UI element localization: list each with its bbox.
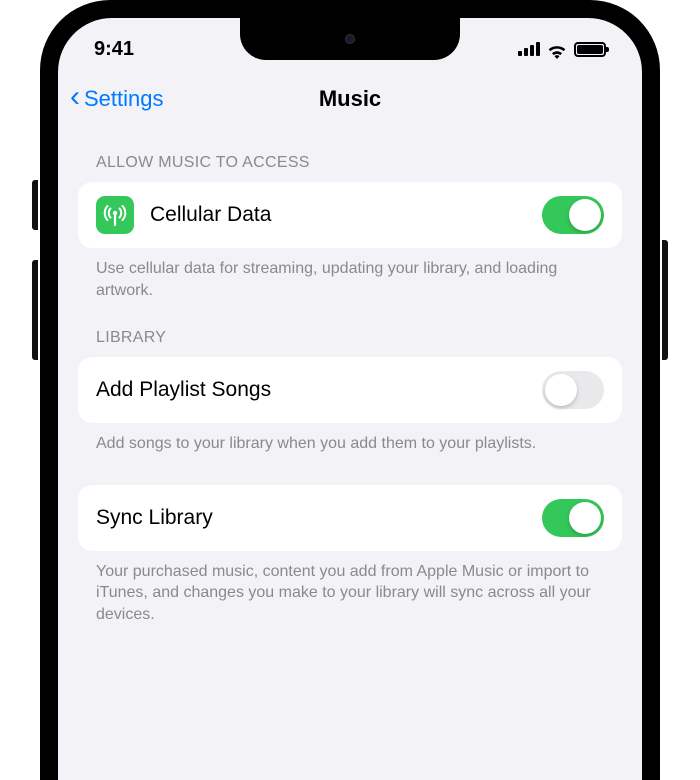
add-playlist-row[interactable]: Add Playlist Songs <box>78 357 622 423</box>
add-playlist-footer: Add songs to your library when you add t… <box>78 423 622 455</box>
status-time: 9:41 <box>94 30 134 61</box>
cellular-antenna-icon <box>96 196 134 234</box>
notch <box>240 18 460 60</box>
cellular-data-footer: Use cellular data for streaming, updatin… <box>78 248 622 301</box>
cellular-data-toggle[interactable] <box>542 196 604 234</box>
battery-icon <box>574 42 606 57</box>
sync-library-footer: Your purchased music, content you add fr… <box>78 551 622 626</box>
nav-bar: ‹ Settings Music <box>58 72 642 126</box>
chevron-left-icon: ‹ <box>70 82 80 112</box>
add-playlist-label: Add Playlist Songs <box>96 378 542 402</box>
cellular-signal-icon <box>518 42 540 56</box>
back-button[interactable]: ‹ Settings <box>70 84 164 114</box>
cellular-data-row[interactable]: Cellular Data <box>78 182 622 248</box>
section-header-access: ALLOW MUSIC TO ACCESS <box>78 126 622 182</box>
sync-library-row[interactable]: Sync Library <box>78 485 622 551</box>
back-label: Settings <box>84 86 164 112</box>
sync-library-toggle[interactable] <box>542 499 604 537</box>
sync-library-label: Sync Library <box>96 506 542 530</box>
wifi-icon <box>547 42 567 56</box>
add-playlist-toggle[interactable] <box>542 371 604 409</box>
cellular-data-label: Cellular Data <box>150 203 542 227</box>
section-header-library: LIBRARY <box>78 301 622 357</box>
phone-frame: 9:41 ‹ Settings Music ALLOW MUSIC TO ACC… <box>40 0 660 780</box>
screen: 9:41 ‹ Settings Music ALLOW MUSIC TO ACC… <box>58 18 642 780</box>
